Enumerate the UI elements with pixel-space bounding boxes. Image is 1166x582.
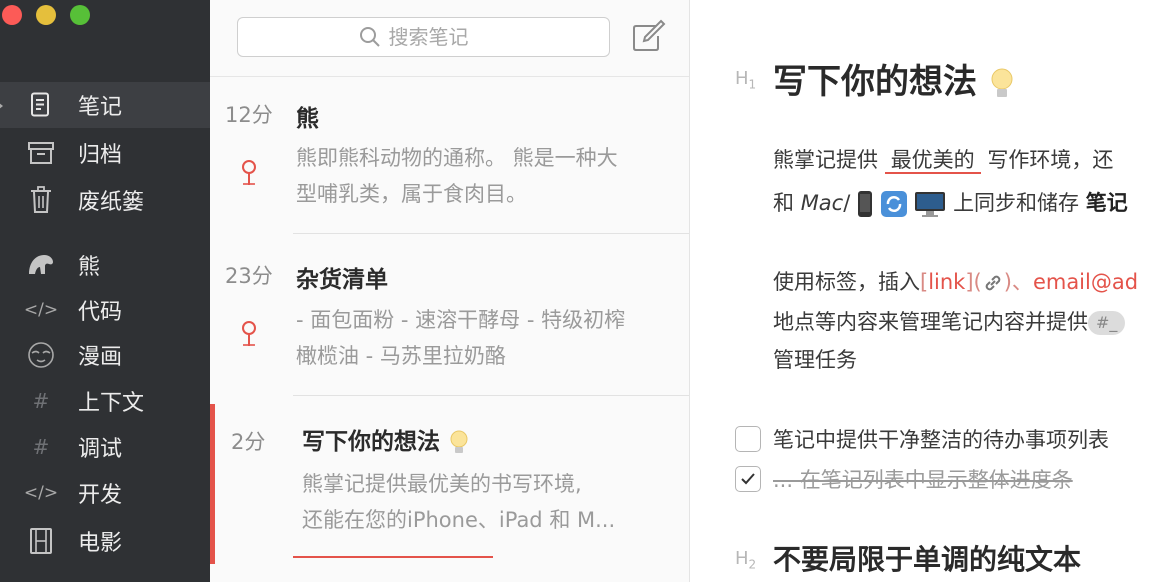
divider (293, 395, 689, 396)
highlighted-text: 最优美的 (884, 148, 981, 174)
sidebar-item-bear[interactable]: 熊 (0, 242, 210, 288)
note-icon (26, 90, 56, 120)
note-list-panel: 12分 熊 熊即熊科动物的通称。 熊是一种大 型哺乳类，属于食肉目。 23分 杂… (210, 0, 690, 582)
note-excerpt-line: 型哺乳类，属于食肉目。 (296, 182, 527, 206)
pin-icon (242, 321, 256, 346)
note-item[interactable]: 12分 熊 熊即熊科动物的通称。 熊是一种大 型哺乳类，属于食肉目。 (210, 77, 689, 233)
note-title-text: 写下你的想法 (302, 429, 440, 455)
desktop-icon (915, 192, 946, 217)
todo-text: 笔记中提供干净整洁的待办事项列表 (773, 428, 1109, 452)
film-icon (26, 526, 56, 556)
sidebar-item-label: 漫画 (78, 345, 123, 370)
search-input[interactable] (388, 25, 489, 49)
paragraph-line: 熊掌记提供 最优美的 写作环境，还 (773, 148, 1114, 174)
hashtag-icon: # (32, 389, 50, 413)
pin-icon (242, 160, 256, 185)
code-icon: </> (23, 300, 59, 320)
sync-icon (880, 191, 907, 217)
code-icon: </> (23, 483, 59, 503)
note-progress-bar (293, 556, 493, 558)
sidebar-item-context[interactable]: # 上下文 (0, 378, 210, 424)
todo-text: ... 在笔记列表中显示整体进度条 (773, 468, 1073, 492)
expand-arrow-icon[interactable] (0, 102, 3, 110)
sidebar-item-debug[interactable]: # 调试 (0, 424, 210, 470)
note-excerpt-line: 还能在您的iPhone、iPad 和 M... (302, 508, 616, 532)
note-excerpt: - 面包面粉 - 速溶干酵母 - 特级初榨 橄榄油 - 马苏里拉奶酪 (296, 302, 625, 374)
sidebar: 笔记 归档 废纸篓 熊 </> 代码 漫画 # 上下文 # 调试 </> 开发 … (0, 0, 210, 582)
note-excerpt-line: 熊即熊科动物的通称。 熊是一种大 (296, 146, 618, 170)
lightbulb-icon (450, 430, 468, 453)
zoom-window-button[interactable] (70, 5, 90, 25)
compose-button[interactable] (630, 18, 666, 54)
sidebar-item-movies[interactable]: 电影 (0, 518, 210, 564)
sidebar-item-label: 电影 (78, 531, 123, 556)
todo-checkbox-checked[interactable] (735, 466, 761, 492)
sidebar-item-label: 归档 (78, 143, 123, 168)
todo-checkbox[interactable] (735, 426, 761, 452)
phone-icon (858, 191, 872, 217)
sidebar-item-label: 上下文 (78, 391, 145, 416)
note-excerpt: 熊掌记提供最优美的书写环境, 还能在您的iPhone、iPad 和 M... (302, 466, 615, 538)
archive-icon (26, 138, 56, 168)
paragraph-line: 和 Mac/ 上同步和储存 笔记 (773, 181, 1128, 225)
lightbulb-icon (991, 68, 1013, 97)
note-title: 熊 (296, 106, 319, 132)
sidebar-item-label: 代码 (78, 300, 123, 325)
tag-chip[interactable]: #_ (1088, 311, 1126, 335)
editor-pane[interactable]: H1 写下你的想法 熊掌记提供 最优美的 写作环境，还 和 Mac/ 上同步和储… (691, 0, 1166, 582)
note-title: 杂货清单 (296, 267, 388, 293)
checkmark-icon (741, 473, 755, 485)
note-item[interactable]: 23分 杂货清单 - 面包面粉 - 速溶干酵母 - 特级初榨 橄榄油 - 马苏里… (210, 234, 689, 394)
sidebar-item-label: 废纸篓 (78, 190, 145, 215)
sidebar-item-comics[interactable]: 漫画 (0, 332, 210, 378)
bear-icon (26, 250, 56, 280)
bold-text: 笔记 (1085, 191, 1128, 215)
link-icon (985, 275, 1001, 291)
email-link[interactable]: email@ad (1033, 270, 1138, 294)
note-excerpt-line: 橄榄油 - 马苏里拉奶酪 (296, 344, 506, 368)
selection-indicator (210, 404, 215, 564)
sidebar-item-label: 开发 (78, 483, 123, 508)
sidebar-item-notes[interactable]: 笔记 (0, 82, 210, 128)
sidebar-item-code[interactable]: </> 代码 (0, 287, 210, 333)
hashtag-icon: # (32, 435, 50, 459)
note-time: 2分 (231, 430, 266, 454)
italic-text: Mac (800, 191, 844, 215)
mask-icon (26, 340, 56, 370)
sidebar-item-label: 调试 (78, 437, 123, 462)
inline-link[interactable]: link (928, 270, 965, 294)
paragraph-line: 管理任务 (773, 348, 857, 372)
sidebar-item-archive[interactable]: 归档 (0, 130, 210, 176)
note-excerpt-line: 熊掌记提供最优美的书写环境, (302, 472, 582, 496)
note-item-selected[interactable]: 2分 写下你的想法 熊掌记提供最优美的书写环境, 还能在您的iPhone、iPa… (210, 404, 689, 564)
sidebar-item-trash[interactable]: 废纸篓 (0, 177, 210, 223)
sidebar-item-label: 笔记 (78, 95, 123, 120)
close-window-button[interactable] (2, 5, 22, 25)
note-time: 23分 (225, 264, 273, 288)
todo-item-done: ... 在笔记列表中显示整体进度条 (735, 464, 1073, 494)
note-excerpt-line: - 面包面粉 - 速溶干酵母 - 特级初榨 (296, 308, 626, 332)
note-subheading: 不要局限于单调的纯文本 (773, 543, 1082, 576)
minimize-window-button[interactable] (36, 5, 56, 25)
trash-icon (26, 185, 56, 215)
paragraph-line: 使用标签，插入[link]()、email@ad (773, 270, 1139, 294)
note-heading-text: 写下你的想法 (773, 62, 977, 102)
note-time: 12分 (225, 103, 273, 127)
sidebar-item-label: 熊 (78, 255, 101, 280)
window-controls (0, 5, 104, 25)
note-title: 写下你的想法 (302, 422, 470, 457)
heading-marker: H2 (735, 548, 757, 572)
sidebar-item-dev[interactable]: </> 开发 (0, 470, 210, 516)
compose-icon (633, 19, 666, 51)
search-box[interactable] (237, 17, 610, 57)
todo-item: 笔记中提供干净整洁的待办事项列表 (735, 424, 1109, 454)
note-excerpt: 熊即熊科动物的通称。 熊是一种大 型哺乳类，属于食肉目。 (296, 140, 618, 212)
search-icon (359, 27, 380, 47)
heading-marker: H1 (735, 68, 757, 92)
note-heading: 写下你的想法 (773, 54, 1015, 103)
